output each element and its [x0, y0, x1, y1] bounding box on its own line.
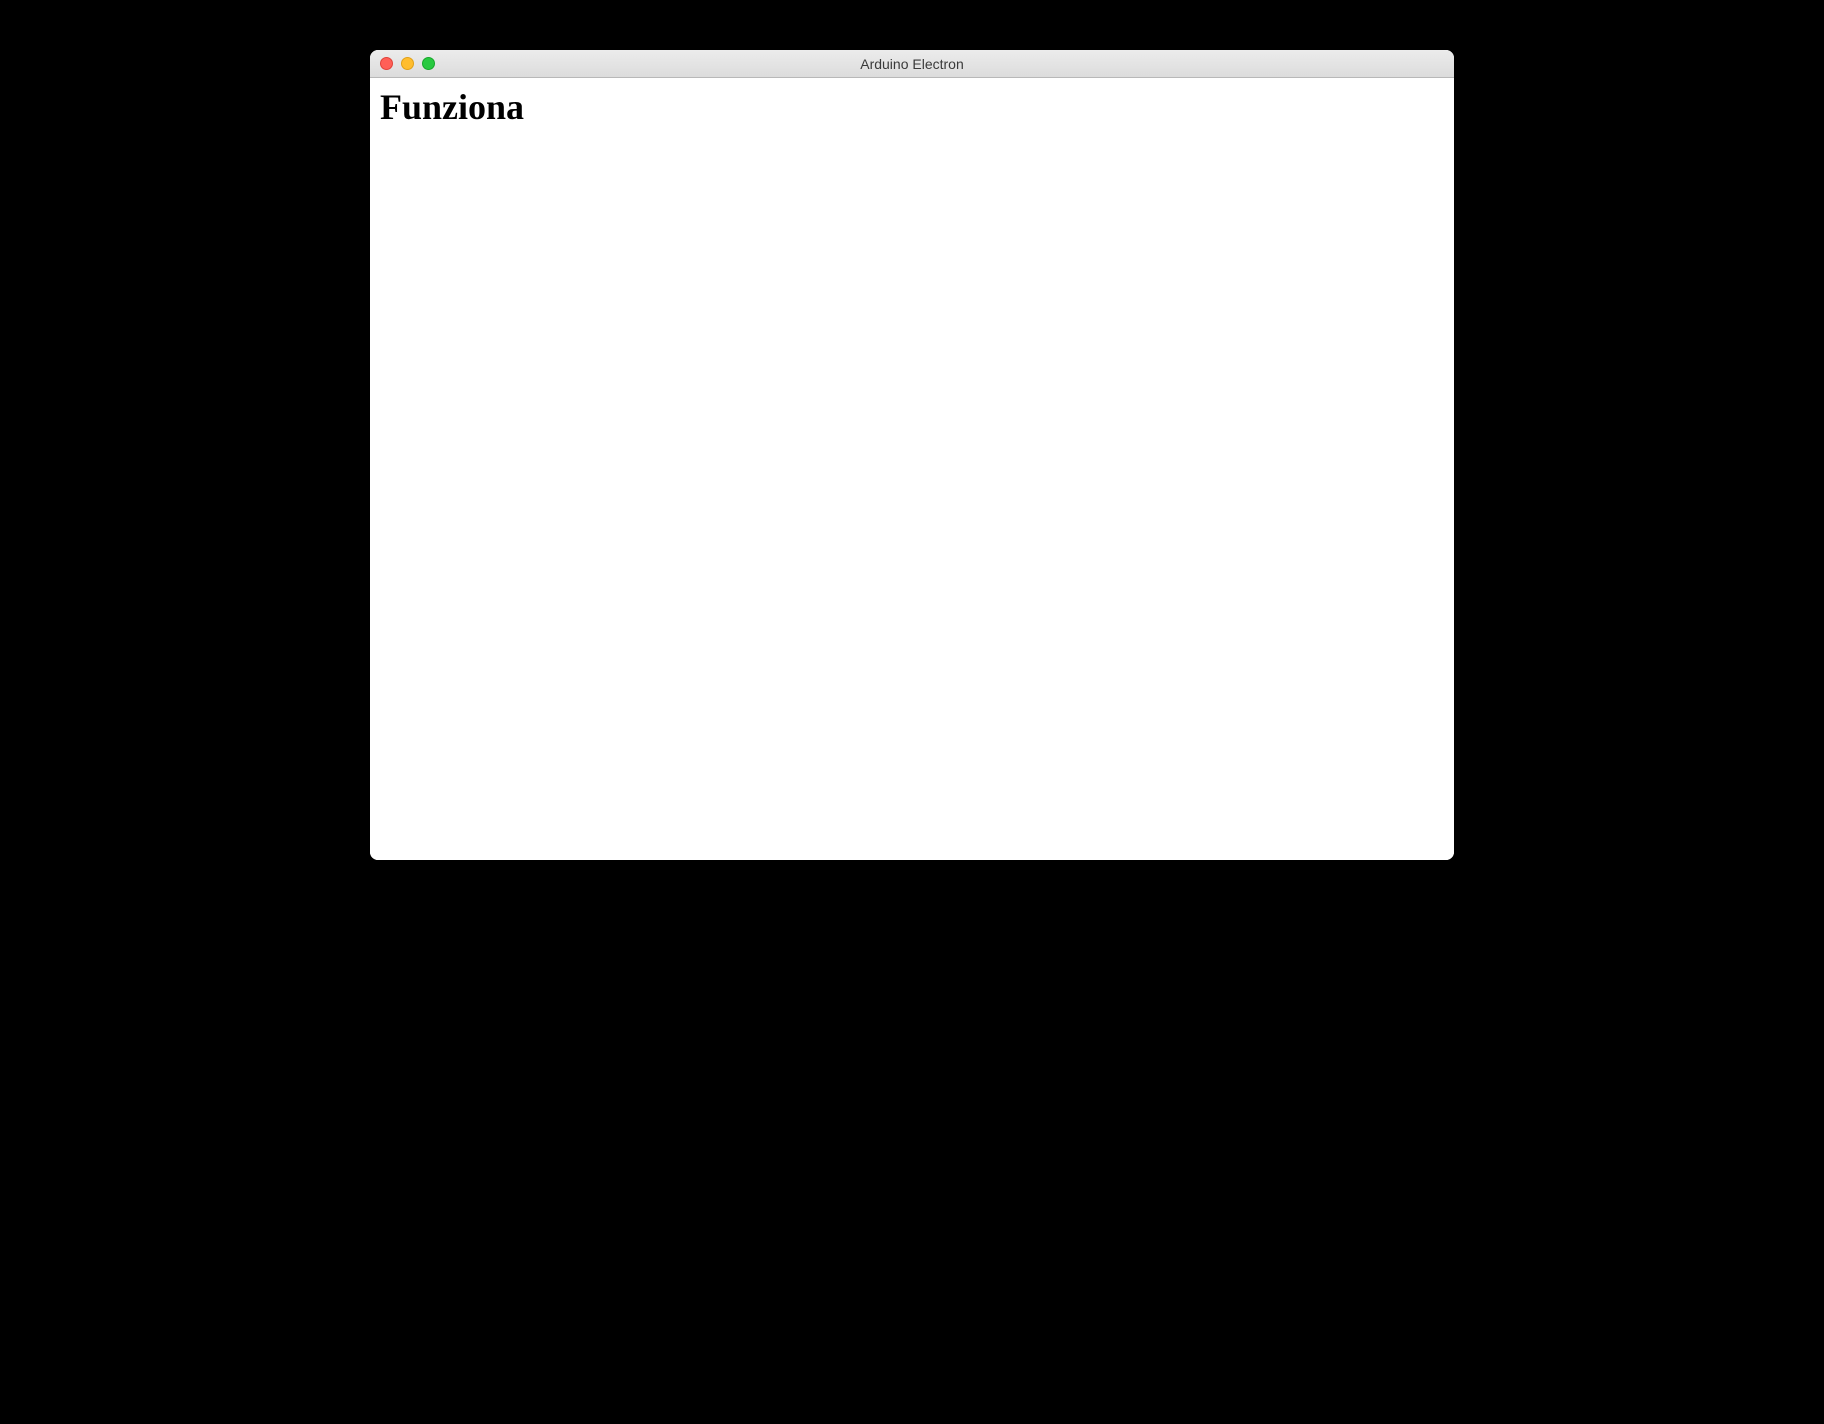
- application-window: Arduino Electron Funziona: [370, 50, 1454, 860]
- titlebar[interactable]: Arduino Electron: [370, 50, 1454, 78]
- window-title: Arduino Electron: [370, 56, 1454, 72]
- page-heading: Funziona: [380, 86, 1444, 128]
- content-area: Funziona: [370, 78, 1454, 860]
- traffic-lights: [370, 57, 435, 70]
- minimize-button[interactable]: [401, 57, 414, 70]
- close-button[interactable]: [380, 57, 393, 70]
- maximize-button[interactable]: [422, 57, 435, 70]
